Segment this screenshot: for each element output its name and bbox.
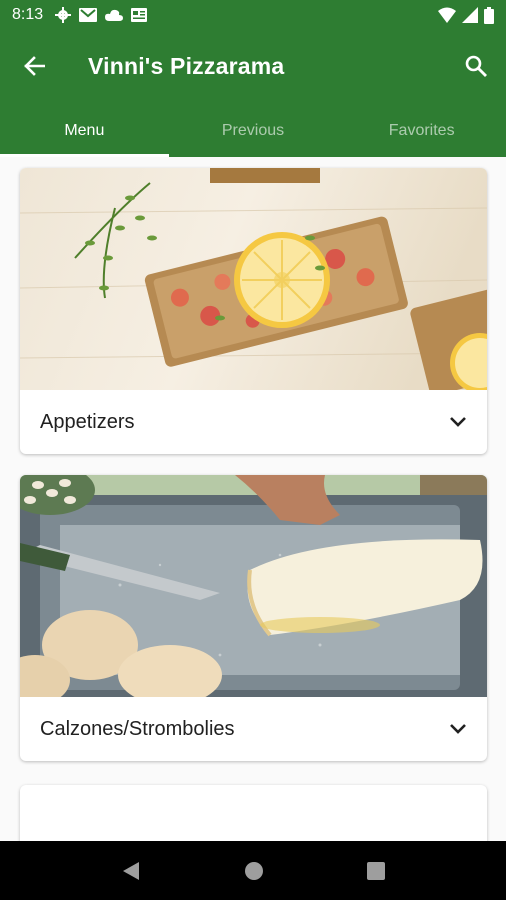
back-button[interactable] (0, 36, 68, 96)
tab-menu[interactable]: Menu (0, 104, 169, 157)
tab-favorites[interactable]: Favorites (337, 104, 506, 157)
category-row-calzones[interactable]: Calzones/Strombolies (20, 697, 487, 761)
news-icon (131, 8, 148, 22)
nav-home-icon[interactable] (244, 861, 264, 881)
arrow-back-icon (24, 56, 45, 76)
app-bar: 8:13 Vinni's Pizzarama Menu Previous Fav… (0, 0, 506, 157)
tab-previous[interactable]: Previous (169, 104, 338, 157)
menu-list[interactable]: Appetizers Calzones/Strombolies (0, 157, 506, 841)
category-row-appetizers[interactable]: Appetizers (20, 390, 487, 454)
status-time: 8:13 (12, 6, 44, 23)
status-bar: 8:13 (0, 0, 506, 30)
nav-back-icon[interactable] (121, 860, 141, 882)
category-card-calzones[interactable]: Calzones/Strombolies (20, 475, 487, 761)
toolbar: Vinni's Pizzarama (0, 36, 506, 96)
category-card-appetizers[interactable]: Appetizers (20, 168, 487, 454)
category-image-calzones (20, 475, 487, 697)
tab-bar: Menu Previous Favorites (0, 104, 506, 157)
battery-icon (484, 6, 494, 24)
signal-icon (462, 7, 478, 23)
gmail-icon (79, 8, 98, 22)
settings-icon (55, 7, 72, 23)
page-title: Vinni's Pizzarama (88, 52, 285, 79)
category-label: Appetizers (40, 410, 135, 433)
cloud-icon (105, 9, 124, 21)
category-label: Calzones/Strombolies (40, 717, 235, 740)
category-card-partial[interactable] (20, 785, 487, 841)
search-button[interactable] (446, 36, 506, 96)
nav-recents-icon[interactable] (366, 861, 385, 880)
wifi-icon (438, 7, 456, 23)
system-nav-bar (0, 841, 506, 900)
category-image-appetizers (20, 168, 487, 390)
search-icon (465, 55, 487, 77)
chevron-down-icon[interactable] (449, 416, 467, 428)
chevron-down-icon[interactable] (449, 723, 467, 735)
